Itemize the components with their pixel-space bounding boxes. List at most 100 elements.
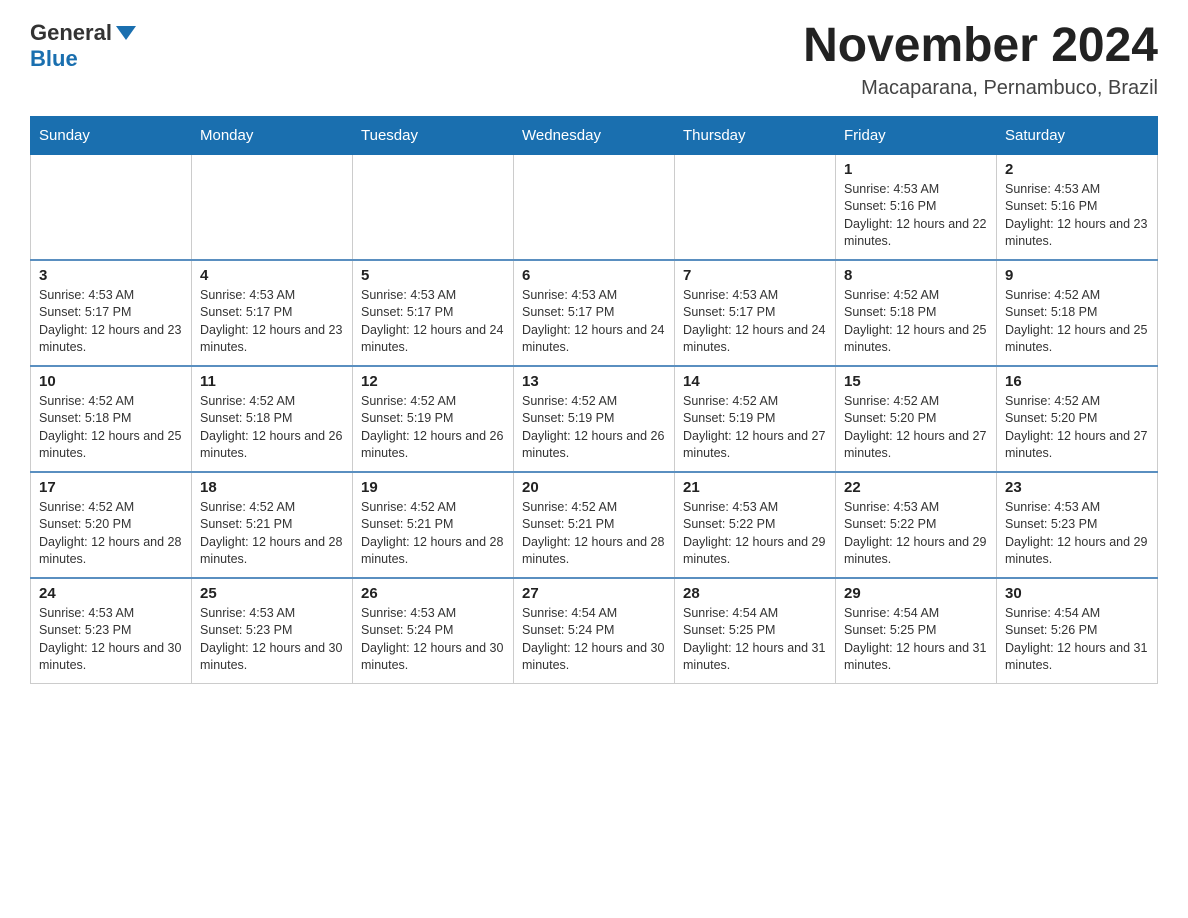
calendar-cell: 21 Sunrise: 4:53 AMSunset: 5:22 PMDayligh… xyxy=(675,472,836,578)
day-info: Sunrise: 4:52 AMSunset: 5:19 PMDaylight:… xyxy=(683,393,827,463)
calendar-week-row: 1 Sunrise: 4:53 AMSunset: 5:16 PMDaylight… xyxy=(31,154,1158,260)
calendar-cell xyxy=(514,154,675,260)
day-info: Sunrise: 4:54 AMSunset: 5:24 PMDaylight:… xyxy=(522,605,666,675)
day-number: 8 xyxy=(844,267,988,284)
day-number: 15 xyxy=(844,373,988,390)
day-info: Sunrise: 4:52 AMSunset: 5:18 PMDaylight:… xyxy=(200,393,344,463)
day-info: Sunrise: 4:54 AMSunset: 5:25 PMDaylight:… xyxy=(844,605,988,675)
day-number: 2 xyxy=(1005,161,1149,178)
logo-general-text: General xyxy=(30,20,112,46)
day-number: 14 xyxy=(683,373,827,390)
calendar-cell: 28 Sunrise: 4:54 AMSunset: 5:25 PMDayligh… xyxy=(675,578,836,684)
weekday-header-friday: Friday xyxy=(836,116,997,154)
day-info: Sunrise: 4:53 AMSunset: 5:23 PMDaylight:… xyxy=(1005,499,1149,569)
day-info: Sunrise: 4:53 AMSunset: 5:17 PMDaylight:… xyxy=(200,287,344,357)
weekday-header-sunday: Sunday xyxy=(31,116,192,154)
calendar-cell: 7Sunrise: 4:53 AMSunset: 5:17 PMDaylight… xyxy=(675,260,836,366)
calendar-cell: 26Sunrise: 4:53 AMSunset: 5:24 PMDayligh… xyxy=(353,578,514,684)
day-number: 26 xyxy=(361,585,505,602)
day-info: Sunrise: 4:52 AMSunset: 5:20 PMDaylight:… xyxy=(844,393,988,463)
calendar-cell: 23 Sunrise: 4:53 AMSunset: 5:23 PMDayligh… xyxy=(997,472,1158,578)
calendar-cell: 22 Sunrise: 4:53 AMSunset: 5:22 PMDayligh… xyxy=(836,472,997,578)
title-section: November 2024 Macaparana, Pernambuco, Br… xyxy=(803,20,1158,100)
weekday-header-thursday: Thursday xyxy=(675,116,836,154)
calendar-table: SundayMondayTuesdayWednesdayThursdayFrid… xyxy=(30,116,1158,684)
calendar-cell: 17 Sunrise: 4:52 AMSunset: 5:20 PMDayligh… xyxy=(31,472,192,578)
day-info: Sunrise: 4:53 AMSunset: 5:22 PMDaylight:… xyxy=(683,499,827,569)
day-info: Sunrise: 4:54 AMSunset: 5:26 PMDaylight:… xyxy=(1005,605,1149,675)
day-info: Sunrise: 4:53 AMSunset: 5:17 PMDaylight:… xyxy=(522,287,666,357)
day-number: 16 xyxy=(1005,373,1149,390)
day-number: 17 xyxy=(39,479,183,496)
calendar-cell: 14 Sunrise: 4:52 AMSunset: 5:19 PMDayligh… xyxy=(675,366,836,472)
calendar-week-row: 24 Sunrise: 4:53 AMSunset: 5:23 PMDayligh… xyxy=(31,578,1158,684)
calendar-cell: 25 Sunrise: 4:53 AMSunset: 5:23 PMDayligh… xyxy=(192,578,353,684)
day-number: 10 xyxy=(39,373,183,390)
day-info: Sunrise: 4:52 AMSunset: 5:19 PMDaylight:… xyxy=(361,393,505,463)
weekday-header-row: SundayMondayTuesdayWednesdayThursdayFrid… xyxy=(31,116,1158,154)
calendar-cell: 6 Sunrise: 4:53 AMSunset: 5:17 PMDaylight… xyxy=(514,260,675,366)
month-title: November 2024 xyxy=(803,20,1158,73)
day-number: 3 xyxy=(39,267,183,284)
day-info: Sunrise: 4:53 AMSunset: 5:17 PMDaylight:… xyxy=(683,287,827,357)
day-info: Sunrise: 4:52 AMSunset: 5:21 PMDaylight:… xyxy=(200,499,344,569)
page-header: General Blue November 2024 Macaparana, P… xyxy=(30,20,1158,100)
day-number: 19 xyxy=(361,479,505,496)
weekday-header-wednesday: Wednesday xyxy=(514,116,675,154)
day-info: Sunrise: 4:52 AMSunset: 5:18 PMDaylight:… xyxy=(1005,287,1149,357)
day-number: 9 xyxy=(1005,267,1149,284)
day-number: 1 xyxy=(844,161,988,178)
calendar-cell: 11 Sunrise: 4:52 AMSunset: 5:18 PMDayligh… xyxy=(192,366,353,472)
calendar-cell: 10Sunrise: 4:52 AMSunset: 5:18 PMDayligh… xyxy=(31,366,192,472)
day-number: 24 xyxy=(39,585,183,602)
day-info: Sunrise: 4:53 AMSunset: 5:17 PMDaylight:… xyxy=(39,287,183,357)
calendar-cell: 30 Sunrise: 4:54 AMSunset: 5:26 PMDayligh… xyxy=(997,578,1158,684)
day-info: Sunrise: 4:52 AMSunset: 5:18 PMDaylight:… xyxy=(844,287,988,357)
calendar-cell xyxy=(675,154,836,260)
calendar-week-row: 10 Sunrise: 4:52 AMSunset: 5:18 PMDayligh… xyxy=(31,366,1158,472)
logo-triangle-icon xyxy=(116,26,136,40)
day-number: 23 xyxy=(1005,479,1149,496)
day-number: 30 xyxy=(1005,585,1149,602)
day-number: 5 xyxy=(361,267,505,284)
calendar-cell: 16 Sunrise: 4:52 AMSunset: 5:20 PMDayligh… xyxy=(997,366,1158,472)
day-info: Sunrise: 4:52 AMSunset: 5:21 PMDaylight:… xyxy=(522,499,666,569)
calendar-cell: 1Sunrise: 4:53 AMSunset: 5:16 PMDaylight… xyxy=(836,154,997,260)
day-info: Sunrise: 4:53 AMSunset: 5:23 PMDaylight:… xyxy=(200,605,344,675)
day-number: 27 xyxy=(522,585,666,602)
day-info: Sunrise: 4:54 AMSunset: 5:25 PMDaylight:… xyxy=(683,605,827,675)
calendar-cell xyxy=(192,154,353,260)
day-number: 13 xyxy=(522,373,666,390)
day-number: 25 xyxy=(200,585,344,602)
day-number: 22 xyxy=(844,479,988,496)
day-number: 21 xyxy=(683,479,827,496)
day-info: Sunrise: 4:53 AMSunset: 5:16 PMDaylight:… xyxy=(1005,181,1149,251)
calendar-cell: 8 Sunrise: 4:52 AMSunset: 5:18 PMDaylight… xyxy=(836,260,997,366)
calendar-cell: 15 Sunrise: 4:52 AMSunset: 5:20 PMDayligh… xyxy=(836,366,997,472)
calendar-cell: 24 Sunrise: 4:53 AMSunset: 5:23 PMDayligh… xyxy=(31,578,192,684)
day-info: Sunrise: 4:53 AMSunset: 5:23 PMDaylight:… xyxy=(39,605,183,675)
day-info: Sunrise: 4:52 AMSunset: 5:20 PMDaylight:… xyxy=(39,499,183,569)
day-info: Sunrise: 4:52 AMSunset: 5:21 PMDaylight:… xyxy=(361,499,505,569)
day-info: Sunrise: 4:52 AMSunset: 5:20 PMDaylight:… xyxy=(1005,393,1149,463)
calendar-cell: 27 Sunrise: 4:54 AMSunset: 5:24 PMDayligh… xyxy=(514,578,675,684)
day-number: 20 xyxy=(522,479,666,496)
calendar-cell xyxy=(353,154,514,260)
calendar-cell: 20 Sunrise: 4:52 AMSunset: 5:21 PMDayligh… xyxy=(514,472,675,578)
calendar-cell: 29Sunrise: 4:54 AMSunset: 5:25 PMDayligh… xyxy=(836,578,997,684)
weekday-header-tuesday: Tuesday xyxy=(353,116,514,154)
calendar-cell: 19 Sunrise: 4:52 AMSunset: 5:21 PMDayligh… xyxy=(353,472,514,578)
location: Macaparana, Pernambuco, Brazil xyxy=(803,77,1158,100)
weekday-header-saturday: Saturday xyxy=(997,116,1158,154)
calendar-cell: 12 Sunrise: 4:52 AMSunset: 5:19 PMDayligh… xyxy=(353,366,514,472)
calendar-cell: 13Sunrise: 4:52 AMSunset: 5:19 PMDayligh… xyxy=(514,366,675,472)
calendar-cell xyxy=(31,154,192,260)
day-number: 28 xyxy=(683,585,827,602)
day-number: 11 xyxy=(200,373,344,390)
day-number: 12 xyxy=(361,373,505,390)
day-info: Sunrise: 4:53 AMSunset: 5:22 PMDaylight:… xyxy=(844,499,988,569)
day-number: 6 xyxy=(522,267,666,284)
calendar-week-row: 3 Sunrise: 4:53 AMSunset: 5:17 PMDaylight… xyxy=(31,260,1158,366)
logo: General Blue xyxy=(30,20,136,72)
calendar-cell: 5Sunrise: 4:53 AMSunset: 5:17 PMDaylight… xyxy=(353,260,514,366)
